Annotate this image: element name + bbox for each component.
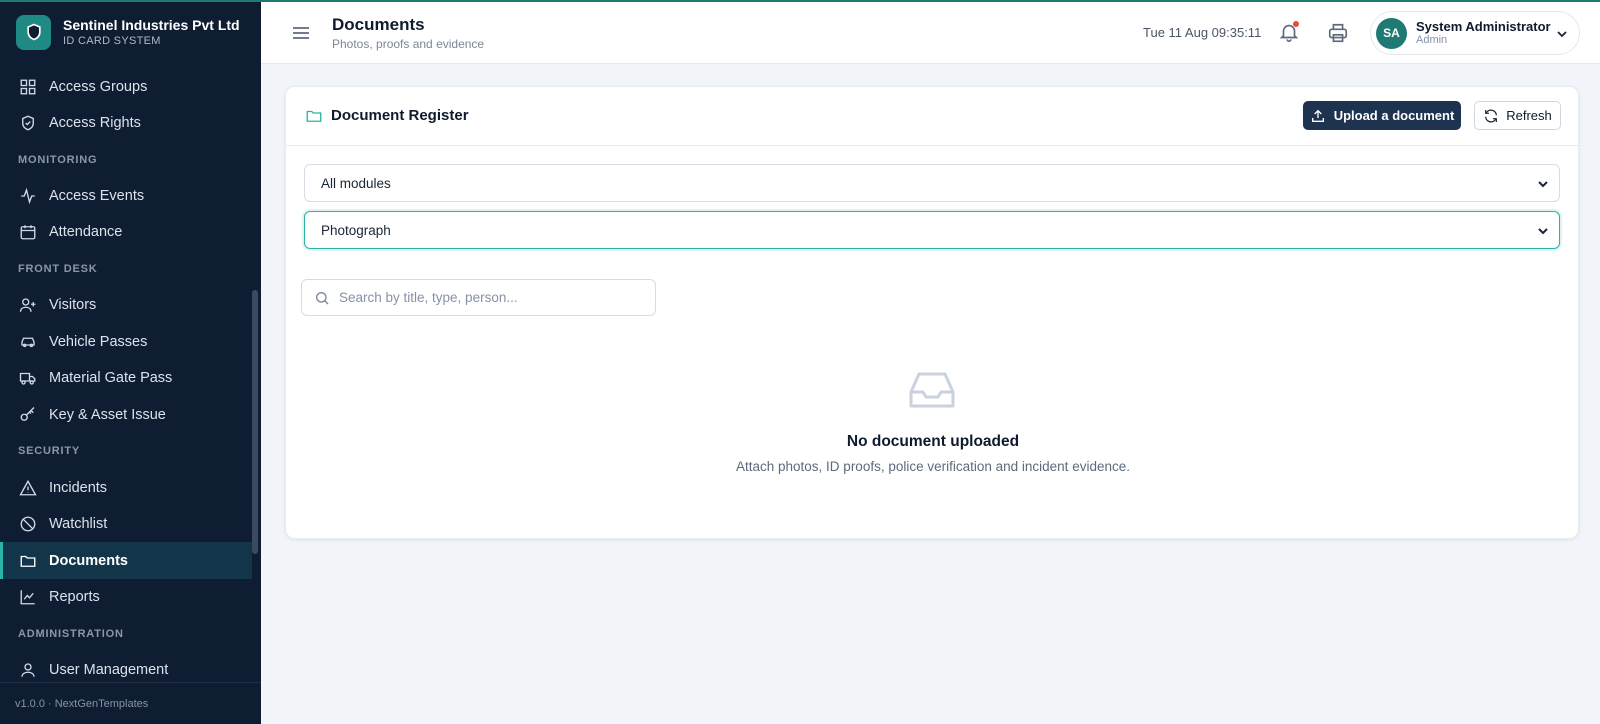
sidebar-item-material-gate-pass[interactable]: Material Gate Pass	[0, 359, 252, 396]
sidebar-item-access-events[interactable]: Access Events	[0, 177, 252, 214]
section-security: SECURITY	[18, 445, 81, 457]
line-chart-icon	[20, 589, 35, 604]
activity-icon	[21, 187, 35, 204]
brand-name: Sentinel Industries Pvt Ltd	[63, 16, 240, 33]
chevron-down-icon	[1538, 181, 1548, 188]
menu-icon[interactable]	[291, 24, 311, 42]
section-front-desk: FRONT DESK	[18, 263, 98, 275]
chevron-down-icon	[1557, 31, 1567, 38]
shield-check-icon	[22, 115, 34, 130]
calendar-icon	[20, 224, 36, 239]
truck-icon	[19, 372, 36, 385]
user-icon	[21, 662, 35, 677]
sidebar-item-label: Key & Asset Issue	[49, 406, 166, 423]
sidebar-item-label: Attendance	[49, 223, 123, 240]
brand: Sentinel Industries Pvt Ltd ID CARD SYST…	[0, 0, 261, 64]
printer-icon[interactable]	[1327, 22, 1349, 44]
user-plus-icon	[19, 297, 36, 312]
sidebar-item-label: Watchlist	[49, 515, 108, 532]
upload-icon	[1311, 109, 1324, 122]
top-accent-line	[0, 0, 1600, 2]
folder-icon	[306, 110, 322, 122]
sidebar-item-label: Documents	[49, 552, 128, 569]
sidebar-item-reports[interactable]: Reports	[0, 578, 252, 615]
refresh-icon	[1485, 109, 1498, 122]
empty-state-title: No document uploaded	[846, 433, 1020, 450]
sidebar-scrollbar[interactable]	[252, 290, 258, 554]
search-box	[301, 279, 656, 316]
sidebar-item-label: Access Rights	[49, 114, 141, 131]
sidebar-item-access-rights[interactable]: Access Rights	[0, 104, 252, 141]
notification-dot	[1293, 21, 1299, 27]
section-monitoring: MONITORING	[18, 154, 98, 166]
sidebar-item-incidents[interactable]: Incidents	[0, 469, 252, 506]
search-input[interactable]	[339, 290, 639, 305]
search-icon	[316, 291, 329, 304]
sidebar-item-label: Visitors	[49, 296, 97, 313]
sidebar-item-key-asset-issue[interactable]: Key & Asset Issue	[0, 396, 252, 433]
brand-subtitle: ID CARD SYSTEM	[63, 34, 161, 47]
card-title: Document Register	[331, 107, 469, 124]
grid-icon	[20, 79, 36, 94]
sidebar-item-watchlist[interactable]: Watchlist	[0, 505, 252, 542]
sidebar-item-label: User Management	[49, 661, 169, 678]
alert-triangle-icon	[19, 479, 37, 495]
top-header: Documents Photos, proofs and evidence Tu…	[261, 2, 1600, 64]
sidebar-item-label: Vehicle Passes	[49, 333, 148, 350]
sidebar-item-label: Access Events	[49, 187, 145, 204]
empty-state-subtitle: Attach photos, ID proofs, police verific…	[736, 459, 1130, 474]
upload-document-label: Upload a document	[1333, 108, 1455, 123]
sidebar-item-label: Incidents	[49, 479, 108, 496]
inbox-icon	[909, 372, 955, 408]
avatar: SA	[1376, 17, 1407, 49]
module-select-value: All modules	[321, 175, 391, 191]
ban-icon	[20, 516, 36, 531]
page-title: Documents	[332, 15, 425, 34]
refresh-button[interactable]: Refresh	[1474, 101, 1561, 130]
document-type-select[interactable]: Photograph	[304, 211, 1560, 249]
sidebar: Sentinel Industries Pvt Ltd ID CARD SYST…	[0, 0, 261, 724]
sidebar-item-access-groups[interactable]: Access Groups	[0, 68, 252, 105]
sidebar-item-label: Reports	[49, 588, 100, 605]
refresh-label: Refresh	[1506, 108, 1552, 123]
sidebar-footer-version: v1.0.0 · NextGenTemplates	[0, 682, 261, 724]
chevron-down-icon	[1538, 228, 1548, 235]
upload-document-button[interactable]: Upload a document	[1303, 101, 1461, 130]
folder-icon	[20, 555, 36, 567]
user-menu[interactable]: SA System Administrator Admin	[1370, 11, 1580, 55]
card-header: Document Register Upload a document Refr…	[286, 87, 1580, 146]
sidebar-item-documents[interactable]: Documents	[0, 542, 252, 579]
sidebar-item-attendance[interactable]: Attendance	[0, 213, 252, 250]
document-type-select-value: Photograph	[321, 222, 391, 238]
user-role: Admin	[1416, 34, 1448, 46]
sidebar-item-visitors[interactable]: Visitors	[0, 286, 252, 323]
section-administration: ADMINISTRATION	[18, 628, 124, 640]
sidebar-item-label: Access Groups	[49, 78, 148, 95]
document-register-card: Document Register Upload a document Refr…	[285, 86, 1580, 539]
clock: Tue 11 Aug 09:35:11	[1143, 25, 1262, 40]
sidebar-item-vehicle-passes[interactable]: Vehicle Passes	[0, 323, 252, 360]
shield-logo-icon	[16, 14, 51, 50]
user-name: System Administrator	[1416, 19, 1551, 34]
page-subtitle: Photos, proofs and evidence	[332, 37, 485, 51]
sidebar-item-label: Material Gate Pass	[49, 369, 173, 386]
key-icon	[20, 406, 35, 421]
car-icon	[21, 337, 35, 347]
module-select[interactable]: All modules	[304, 164, 1560, 202]
